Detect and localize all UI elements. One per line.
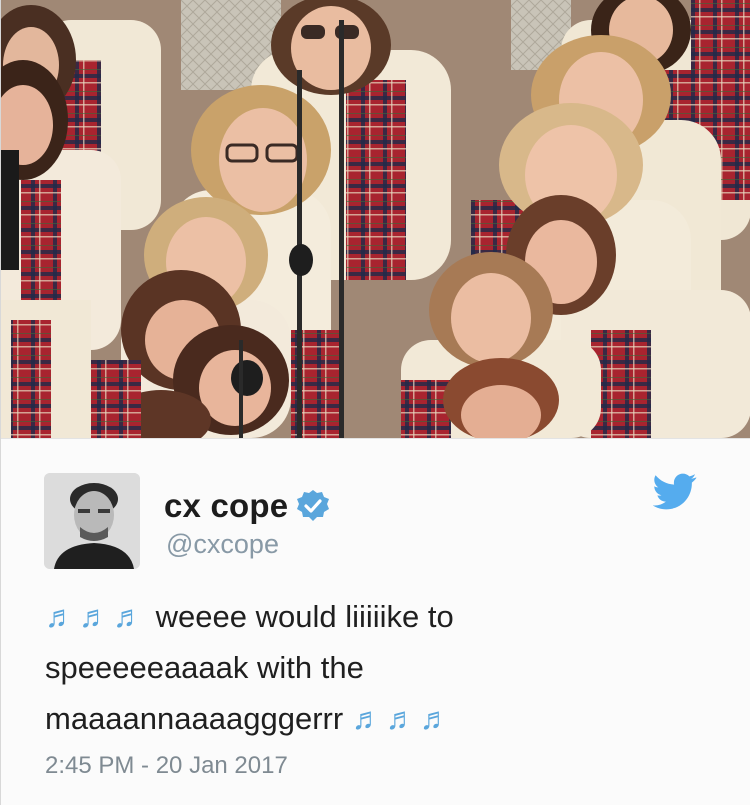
- user-handle[interactable]: @cxcope: [166, 529, 279, 560]
- tweet-text-segment: weeee would liiiiike to: [155, 599, 454, 634]
- name-row: cx cope: [164, 487, 330, 525]
- twitter-bird-icon: [653, 473, 697, 510]
- tweet-text-segment: speeeeeaaaak with the: [45, 650, 364, 685]
- tweet-card: cx cope @cxcope ♬♬♬ weeee would liiiiike…: [1, 438, 750, 805]
- display-name[interactable]: cx cope: [164, 487, 288, 525]
- music-notes-icon: ♬♬♬: [351, 701, 454, 736]
- verified-badge-icon: [297, 490, 330, 521]
- choir-photo: [1, 0, 750, 438]
- tweet-timestamp[interactable]: 2:45 PM - 20 Jan 2017: [45, 752, 288, 780]
- tweet-line-1: ♬♬♬ weeee would liiiiike to: [45, 591, 725, 642]
- tweet-line-3: maaaannaaaagggerrr ♬♬♬: [45, 693, 725, 744]
- meme-frame: cx cope @cxcope ♬♬♬ weeee would liiiiike…: [0, 0, 750, 805]
- tweet-text: ♬♬♬ weeee would liiiiike to speeeeeaaaak…: [45, 591, 725, 744]
- profile-avatar[interactable]: [44, 473, 140, 569]
- tweet-line-2: speeeeeaaaak with the: [45, 642, 725, 693]
- music-notes-icon: ♬♬♬: [45, 599, 147, 634]
- tweet-text-segment: maaaannaaaagggerrr: [45, 701, 344, 736]
